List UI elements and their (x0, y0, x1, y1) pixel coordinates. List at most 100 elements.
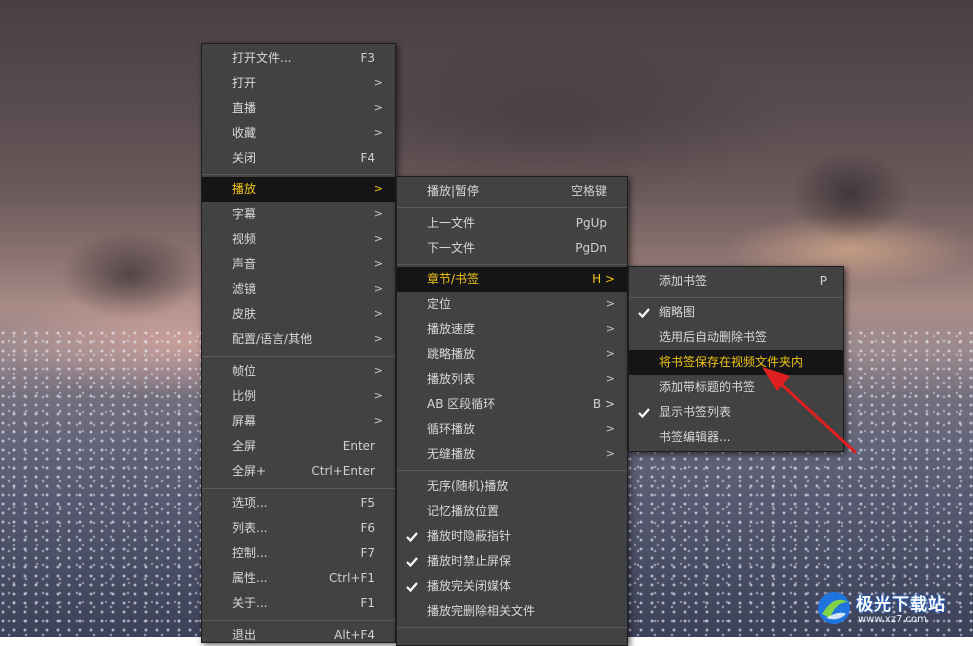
menu-item-frame[interactable]: 帧位 > (202, 359, 395, 384)
background-cloud (60, 230, 200, 320)
menu-item-label: 下一文件 (427, 241, 476, 255)
menu-item-label: 播放时禁止屏保 (427, 554, 512, 568)
menu-item-skins[interactable]: 皮肤 > (202, 302, 395, 327)
submenu-arrow-icon: > (605, 447, 615, 460)
menu-item-play-pause[interactable]: 播放|暂停 空格键 (397, 179, 627, 204)
menu-item-label: 直播 (232, 101, 257, 115)
menu-item-label: 字幕 (232, 207, 257, 221)
menu-item-filters[interactable]: 滤镜 > (202, 277, 395, 302)
menu-item-live[interactable]: 直播 > (202, 96, 395, 121)
menu-item-auto-delete-bookmark[interactable]: 选用后自动删除书签 (629, 325, 843, 350)
menu-item-shortcut: PgDn (575, 241, 607, 255)
menu-item-label: 缩略图 (659, 305, 696, 319)
menu-item-shortcut: F7 (360, 546, 375, 560)
menu-item-hide-cursor[interactable]: 播放时隐蔽指针 (397, 524, 627, 549)
menu-item-add-titled-bookmark[interactable]: 添加带标题的书签 (629, 375, 843, 400)
menu-item-label: 循环播放 (427, 422, 476, 436)
menu-item-disable-screensaver[interactable]: 播放时禁止屏保 (397, 549, 627, 574)
menu-item-skip-playback[interactable]: 跳略播放 > (397, 342, 627, 367)
checkmark-icon (638, 308, 650, 319)
menu-item-shortcut: Enter (342, 439, 375, 453)
menu-item-delete-after-play[interactable]: 播放完删除相关文件 (397, 599, 627, 624)
menu-item-label: 控制... (232, 546, 268, 560)
checkmark-icon (406, 557, 418, 568)
menu-item-video[interactable]: 视频 > (202, 227, 395, 252)
menu-item-audio[interactable]: 声音 > (202, 252, 395, 277)
menu-item-play-list[interactable]: 播放列表 > (397, 367, 627, 392)
menu-item-label: 添加书签 (659, 274, 708, 288)
menu-item-label: 滤镜 (232, 282, 257, 296)
menu-item-bookmark-editor[interactable]: 书签编辑器... (629, 425, 843, 450)
menu-item-fullscreen[interactable]: 全屏 Enter (202, 434, 395, 459)
submenu-arrow-icon: > (605, 322, 615, 335)
menu-item-ratio[interactable]: 比例 > (202, 384, 395, 409)
menu-item-playback[interactable]: 播放 > (202, 177, 395, 202)
menu-item-screen[interactable]: 屏幕 > (202, 409, 395, 434)
menu-item-label: 记忆播放位置 (427, 504, 500, 518)
submenu-arrow-icon: > (373, 307, 383, 320)
menu-item-label: 添加带标题的书签 (659, 380, 756, 394)
menu-item-add-bookmark[interactable]: 添加书签 P (629, 269, 843, 294)
submenu-arrow-icon: > (373, 414, 383, 427)
menu-item-label: 播放完删除相关文件 (427, 604, 536, 618)
menu-item-label: 比例 (232, 389, 257, 403)
menu-item-label: 收藏 (232, 126, 257, 140)
menu-item-thumbnail[interactable]: 缩略图 (629, 300, 843, 325)
menu-item-open-file[interactable]: 打开文件... F3 (202, 46, 395, 71)
menu-separator (202, 488, 395, 489)
menu-item-loop-playback[interactable]: 循环播放 > (397, 417, 627, 442)
menu-item-properties[interactable]: 属性... Ctrl+F1 (202, 566, 395, 591)
menu-item-playlist[interactable]: 列表... F6 (202, 516, 395, 541)
menu-item-config[interactable]: 配置/语言/其他 > (202, 327, 395, 352)
menu-separator (397, 627, 627, 628)
watermark-logo: 极光下载站 www.xz7.com (812, 584, 972, 634)
menu-item-remember-position[interactable]: 记忆播放位置 (397, 499, 627, 524)
submenu-arrow-icon: > (605, 297, 615, 310)
menu-item-exit[interactable]: 退出 Alt+F4 (202, 623, 395, 642)
menu-item-playback-speed[interactable]: 播放速度 > (397, 317, 627, 342)
menu-item-shortcut: 空格键 (570, 184, 607, 198)
menu-item-label: 视频 (232, 232, 257, 246)
menu-item-shortcut: P (819, 274, 827, 288)
menu-item-chapters-bookmarks[interactable]: 章节/书签 H > (397, 267, 627, 292)
watermark-subtext: www.xz7.com (858, 614, 927, 625)
menu-item-subtitles[interactable]: 字幕 > (202, 202, 395, 227)
menu-separator (629, 297, 843, 298)
menu-item-label: 无缝播放 (427, 447, 476, 461)
menu-item-next-file[interactable]: 下一文件 PgDn (397, 236, 627, 261)
menu-item-label: 将书签保存在视频文件夹内 (659, 355, 804, 369)
menu-item-label: 帧位 (232, 364, 257, 378)
menu-item-seek[interactable]: 定位 > (397, 292, 627, 317)
menu-item-previous-file[interactable]: 上一文件 PgUp (397, 211, 627, 236)
menu-item-close-after-play[interactable]: 播放完关闭媒体 (397, 574, 627, 599)
menu-item-label: 播放|暂停 (427, 184, 480, 198)
menu-item-close[interactable]: 关闭 F4 (202, 146, 395, 171)
menu-item-gapless-playback[interactable]: 无缝播放 > (397, 442, 627, 467)
menu-item-show-bookmark-list[interactable]: 显示书签列表 (629, 400, 843, 425)
menu-item-shortcut: F6 (360, 521, 375, 535)
watermark-text: 极光下载站 (856, 595, 946, 615)
menu-item-label: 选项... (232, 496, 268, 510)
submenu-arrow-icon: > (373, 257, 383, 270)
menu-item-favorites[interactable]: 收藏 > (202, 121, 395, 146)
menu-separator (202, 356, 395, 357)
menu-item-label: 全屏+ (232, 464, 267, 478)
menu-item-label: 打开 (232, 76, 257, 90)
menu-item-control[interactable]: 控制... F7 (202, 541, 395, 566)
menu-item-fullscreen-plus[interactable]: 全屏+ Ctrl+Enter (202, 459, 395, 484)
menu-item-save-bookmark-in-video-folder[interactable]: 将书签保存在视频文件夹内 (629, 350, 843, 375)
submenu-arrow-icon: > (373, 101, 383, 114)
menu-item-label: 全屏 (232, 439, 257, 453)
menu-item-shuffle[interactable]: 无序(随机)播放 (397, 474, 627, 499)
menu-item-label: 屏幕 (232, 414, 257, 428)
submenu-arrow-icon: > (373, 364, 383, 377)
menu-item-label: AB 区段循环 (427, 397, 496, 411)
menu-item-options[interactable]: 选项... F5 (202, 491, 395, 516)
checkmark-icon (638, 408, 650, 419)
menu-item-open[interactable]: 打开 > (202, 71, 395, 96)
menu-item-shortcut: PgUp (575, 216, 607, 230)
menu-separator (397, 264, 627, 265)
menu-item-shortcut: H > (592, 272, 615, 286)
menu-item-ab-loop[interactable]: AB 区段循环 B > (397, 392, 627, 417)
menu-item-about[interactable]: 关于... F1 (202, 591, 395, 616)
